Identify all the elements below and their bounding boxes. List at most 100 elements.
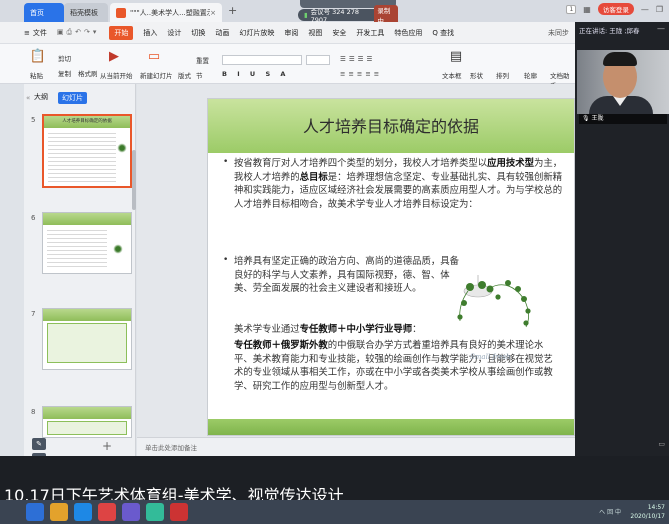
tab-devtools[interactable]: 开发工具 — [356, 28, 384, 38]
sync-status[interactable]: 未同步 — [548, 28, 569, 38]
ribbon-toolbar: 📋 粘贴 剪切 复制 格式刷 ▶ 从当前开始 ▭ 新建幻灯片 版式 节 重置 B… — [0, 44, 575, 90]
tab-templates-label: 稻壳模板 — [70, 8, 98, 17]
tab-document[interactable]: """人..美术学人...塑融置示文档 14 × — [110, 3, 222, 22]
pen-icon[interactable]: ✎ — [32, 438, 46, 450]
folder-icon[interactable] — [50, 503, 68, 521]
tab-view[interactable]: 视图 — [308, 28, 322, 38]
font-style-icons[interactable]: B I U S A — [222, 70, 289, 78]
tab-slides[interactable]: 幻灯片 — [58, 92, 87, 104]
paste-icon[interactable]: 📋 — [28, 48, 48, 64]
thumb-text — [47, 227, 107, 269]
presentation-app-icon[interactable] — [170, 503, 188, 521]
shape-button[interactable]: 形状 — [470, 70, 483, 80]
app-icon[interactable] — [146, 503, 164, 521]
thumb-number: 7 — [31, 310, 36, 318]
paste-button[interactable]: 粘贴 — [30, 70, 43, 80]
slide-title[interactable]: 人才培养目标确定的依据 — [208, 113, 574, 137]
slide-thumb-8[interactable] — [42, 406, 132, 438]
meeting-status-pill[interactable]: ▮ 会议号 324 278 7907 录制中 — [298, 5, 398, 25]
participant-video[interactable] — [577, 50, 669, 114]
p3-text: 美术学专业通过 — [234, 324, 300, 335]
window-count-badge[interactable]: 1 — [566, 4, 577, 14]
thumb-header — [43, 407, 131, 419]
clock-date: 2020/10/17 — [630, 513, 665, 520]
slide-thumb-6[interactable] — [42, 212, 132, 274]
presentation-icon — [116, 7, 126, 18]
ie-icon[interactable] — [74, 503, 92, 521]
wps-icon[interactable] — [98, 503, 116, 521]
tab-security[interactable]: 安全 — [332, 28, 346, 38]
slide-thumb-7[interactable] — [42, 308, 132, 370]
layout-button[interactable]: 版式 — [178, 70, 191, 80]
new-tab-button[interactable]: + — [228, 4, 237, 17]
tab-home-label: 首页 — [30, 8, 44, 17]
browser-icon[interactable] — [26, 503, 44, 521]
meeting-app-icon[interactable] — [122, 503, 140, 521]
quick-access-icons[interactable]: ▣⎙↶↷▾ — [57, 28, 99, 37]
thumb-title: 人才培养目标确定的依据 — [62, 119, 112, 124]
tab-start[interactable]: 开始 — [109, 25, 134, 40]
thumb-number: 8 — [31, 408, 36, 416]
taskbar: へ 回 中 14:57 2020/10/17 — [0, 500, 669, 524]
tab-features[interactable]: 特色应用 — [394, 28, 422, 38]
grid-icon[interactable]: ▦ — [583, 5, 591, 14]
slide-footer-band — [208, 419, 574, 435]
system-tray[interactable]: へ 回 中 — [599, 507, 621, 516]
tab-slideshow[interactable]: 幻灯片放映 — [239, 28, 274, 38]
close-tab-icon[interactable]: × — [210, 9, 216, 17]
text-box-icon[interactable]: ▤ — [446, 48, 466, 64]
tab-templates[interactable]: 稻壳模板 — [64, 3, 108, 22]
thumbnail-scrollbar[interactable] — [132, 150, 136, 210]
cut-button[interactable]: 剪切 — [58, 53, 71, 63]
file-menu[interactable]: ≡ 文件 — [24, 28, 47, 38]
thumb-table — [47, 323, 127, 363]
meeting-panel: 正在讲话: 王陇 ;邱春 — 🎙 王陇 ▭ — [575, 22, 669, 456]
tab-insert[interactable]: 插入 — [143, 28, 157, 38]
tab-review[interactable]: 审阅 — [284, 28, 298, 38]
tab-design[interactable]: 设计 — [167, 28, 181, 38]
font-size-select[interactable] — [306, 55, 330, 65]
tab-animation[interactable]: 动画 — [215, 28, 229, 38]
minimize-icon[interactable]: — — [641, 5, 649, 14]
paragraph-2: 培养具有坚定正确的政治方向、高尚的道德品质，具备良好的科学与人文素养，具有国际视… — [234, 256, 460, 295]
new-slide-icon[interactable]: ▭ — [144, 48, 164, 64]
taskbar-clock[interactable]: 14:57 2020/10/17 — [630, 503, 665, 521]
thumb-text — [48, 130, 116, 182]
clock-time: 14:57 — [647, 504, 665, 511]
p1-bold: 总目标 — [299, 171, 328, 183]
from-current-button[interactable]: 从当前开始 — [100, 70, 133, 80]
align-icons[interactable]: ≡≡≡≡≡ — [340, 70, 382, 78]
slide-edit-area: 人才培养目标确定的依据 • 按省教育厅对人才培养四个类型的划分，我校人才培养类型… — [137, 84, 575, 456]
format-painter-button[interactable]: 格式刷 — [78, 68, 98, 78]
new-slide-button[interactable]: 新建幻灯片 — [140, 70, 173, 80]
taskbar-apps — [26, 503, 188, 521]
arrange-button[interactable]: 排列 — [496, 70, 509, 80]
paragraph-icons[interactable]: ☰☰☰☰ — [340, 55, 375, 63]
title-bar: 首页 稻壳模板 """人..美术学人...塑融置示文档 14 × + ▮ 会议号… — [0, 0, 669, 25]
add-slide-button[interactable]: + — [102, 439, 112, 453]
copy-button[interactable]: 复制 — [58, 68, 71, 78]
tab-outline[interactable]: 大纲 — [34, 92, 48, 104]
thumb-number: 6 — [31, 214, 36, 222]
mic-icon: 🎙 — [582, 115, 590, 122]
maximize-icon[interactable]: ❐ — [656, 5, 663, 14]
expand-icon[interactable]: ▭ — [658, 440, 665, 448]
search-command[interactable]: Q 查找 — [432, 28, 454, 38]
collapse-icon[interactable]: « — [26, 94, 30, 102]
tab-transition[interactable]: 切换 — [191, 28, 205, 38]
slide-thumb-5[interactable]: 人才培养目标确定的依据 — [42, 114, 132, 188]
section-button[interactable]: 节 — [196, 70, 203, 80]
play-icon[interactable]: ▶ — [104, 48, 124, 64]
notes-pane[interactable]: 单击此处添加备注 — [137, 437, 575, 456]
video-figure — [603, 52, 637, 66]
current-slide[interactable]: 人才培养目标确定的依据 • 按省教育厅对人才培养四个类型的划分，我校人才培养类型… — [207, 98, 575, 436]
p3-text: ： — [412, 324, 422, 335]
tab-home[interactable]: 首页 — [24, 3, 64, 22]
text-box-button[interactable]: 文本框 — [442, 70, 462, 80]
file-menu-label: 文件 — [32, 28, 47, 37]
outline-button[interactable]: 轮廓 — [524, 70, 537, 80]
reset-button[interactable]: 重置 — [196, 55, 209, 65]
font-name-select[interactable] — [222, 55, 302, 65]
visitor-login-button[interactable]: 访客登录 — [597, 3, 634, 15]
minimize-panel-icon[interactable]: — — [657, 24, 665, 33]
